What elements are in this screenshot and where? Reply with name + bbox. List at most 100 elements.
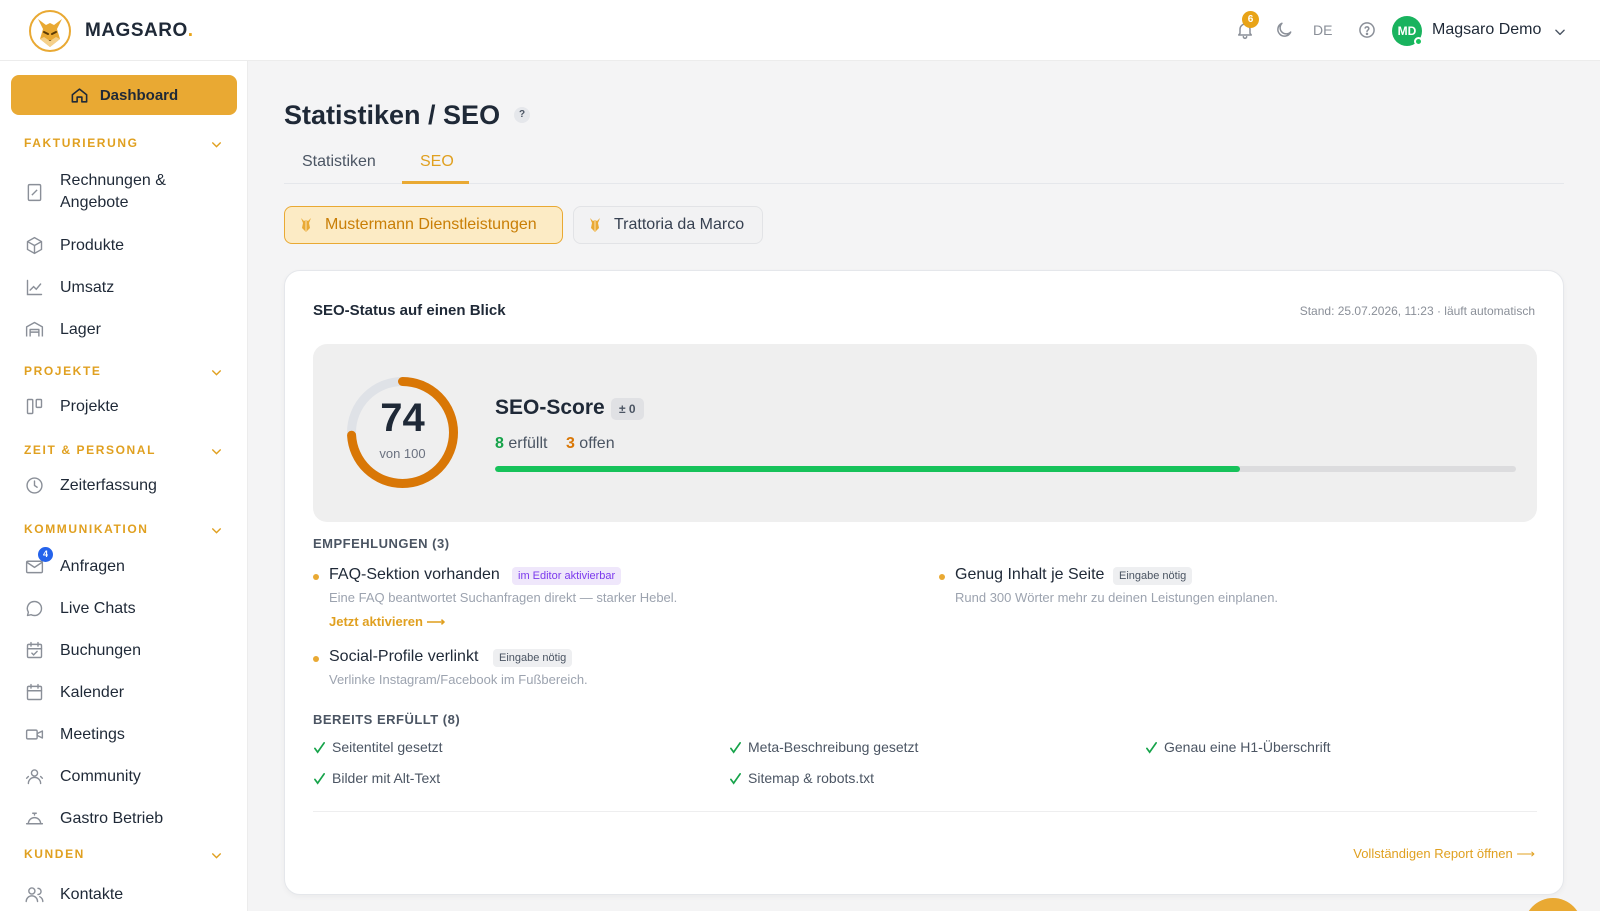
sidebar-item-label: Gastro Betrieb [60, 809, 164, 827]
section-kommunikation[interactable]: KOMMUNIKATION [24, 522, 149, 536]
sidebar-item-meetings[interactable]: Meetings [24, 724, 125, 745]
section-projekte[interactable]: PROJEKTE [24, 364, 101, 378]
calendar-icon [26, 683, 43, 701]
check-icon [314, 741, 325, 754]
bullet-dot [313, 656, 319, 662]
chevron-down-icon[interactable] [1553, 25, 1567, 39]
sidebar-item-label-line2: Angebote [60, 194, 129, 211]
recommendation-tag: Eingabe nötig [1113, 567, 1193, 585]
dashboard-label: Dashboard [99, 86, 179, 104]
sidebar-item-projekte[interactable]: Projekte [24, 396, 119, 417]
section-kunden[interactable]: KUNDEN [24, 847, 85, 861]
sidebar-item-label: Umsatz [60, 278, 115, 296]
score-panel: 74 von 100 SEO-Score ± 0 8 erfüllt 3 off… [313, 344, 1537, 522]
chevron-down-icon[interactable] [210, 138, 223, 151]
sidebar-item-gastro-betrieb[interactable]: Gastro Betrieb [24, 808, 163, 829]
sidebar-item-lager[interactable]: Lager [24, 319, 101, 340]
sidebar-item-label: Zeiterfassung [60, 476, 157, 494]
sidebar-item-live-chats[interactable]: Live Chats [24, 598, 136, 619]
recommendation-title: Social-Profile verlinkt [329, 648, 479, 665]
community-icon [25, 769, 44, 785]
sidebar-item-label: Projekte [60, 397, 119, 415]
check-icon [314, 772, 325, 785]
booking-icon [26, 641, 43, 659]
sidebar-item-label: Kontakte [60, 885, 124, 903]
site-button-trattoria[interactable]: Trattoria da Marco [573, 206, 763, 244]
section-fakturierung[interactable]: FAKTURIERUNG [24, 136, 139, 150]
cloche-icon [25, 812, 44, 825]
score-label: SEO-Score [495, 396, 605, 419]
sidebar-item-kalender[interactable]: Kalender [24, 682, 124, 703]
dashboard-button[interactable]: Dashboard [11, 75, 237, 115]
done-label: Bilder mit Alt-Text [332, 770, 441, 786]
open-label: offen [579, 435, 615, 452]
chevron-down-icon[interactable] [210, 366, 223, 379]
sidebar-item-produkte[interactable]: Produkte [24, 235, 124, 256]
logo[interactable]: MAGSARO. [28, 9, 194, 53]
open-count: 3 [565, 435, 575, 452]
sidebar-item-buchungen[interactable]: Buchungen [24, 640, 141, 661]
video-icon [25, 729, 44, 740]
fulfilled-count: 8 [495, 435, 504, 452]
chart-line-icon [26, 279, 43, 296]
check-icon [730, 772, 741, 785]
user-name[interactable]: Magsaro Demo [1432, 21, 1541, 39]
kanban-icon [26, 398, 43, 415]
brand-name: MAGSARO. [85, 20, 194, 41]
done-heading: BEREITS ERFÜLLT (8) [313, 712, 461, 727]
tabs-divider [284, 183, 1564, 184]
chat-icon [26, 600, 43, 617]
sidebar-item-label: Buchungen [60, 641, 141, 659]
language-switch[interactable]: DE [1313, 22, 1332, 38]
wolf-logo-icon [29, 10, 71, 52]
recommendation-desc: Eine FAQ beantwortet Suchanfragen direkt… [329, 590, 678, 605]
check-icon [730, 741, 741, 754]
chevron-down-icon[interactable] [210, 849, 223, 862]
score-progress-fill [495, 466, 1241, 472]
tab-statistiken[interactable]: Statistiken [302, 153, 376, 171]
activate-now-link[interactable]: Jetzt aktivieren ⟶ [329, 614, 445, 630]
active-tab-indicator [402, 181, 469, 184]
card-title: SEO-Status auf einen Blick [313, 302, 506, 319]
recommendation-title: FAQ-Sektion vorhanden [329, 566, 500, 583]
sidebar-item-label: Anfragen [60, 557, 125, 575]
wolf-logo-icon [301, 218, 311, 232]
chevron-down-icon[interactable] [210, 524, 223, 537]
section-zeit-personal[interactable]: ZEIT & PERSONAL [24, 443, 156, 457]
done-item: Seitentitel gesetzt [313, 739, 443, 755]
chevron-down-icon[interactable] [210, 445, 223, 458]
recommendations-heading: EMPFEHLUNGEN (3) [313, 536, 450, 551]
done-label: Seitentitel gesetzt [332, 739, 443, 755]
recommendation-title: Genug Inhalt je Seite [955, 566, 1105, 583]
moon-icon[interactable] [1274, 20, 1294, 40]
score-delta-badge: ± 0 [611, 398, 644, 420]
help-icon[interactable]: ? [514, 107, 530, 123]
recommendation-tag: im Editor aktivierbar [512, 567, 622, 585]
seo-status-card: SEO-Status auf einen Blick Stand: 25.07.… [284, 270, 1564, 895]
bullet-dot [313, 574, 319, 580]
sidebar-item-kontakte[interactable]: Kontakte [24, 884, 123, 905]
score-counts: 8 erfüllt 3 offen [495, 435, 615, 453]
contacts-icon [25, 887, 44, 903]
anfragen-badge: 4 [38, 547, 53, 562]
floating-action-button[interactable] [1524, 898, 1582, 911]
warehouse-icon [25, 321, 44, 337]
check-icon [1146, 741, 1157, 754]
full-report-link[interactable]: Vollständigen Report öffnen ⟶ [1353, 846, 1535, 862]
sidebar-item-label: Rechnungen & [60, 172, 166, 189]
score-progress-bar [495, 466, 1516, 472]
recommendation-tag: Eingabe nötig [493, 649, 573, 667]
top-bar: MAGSARO. 6 DE MD Magsaro Demo [0, 0, 1600, 61]
bullet-dot [939, 574, 945, 580]
tab-seo[interactable]: SEO [420, 153, 454, 171]
sidebar-item-zeiterfassung[interactable]: Zeiterfassung [24, 475, 157, 496]
sidebar-item-community[interactable]: Community [24, 766, 141, 787]
site-button-mustermann[interactable]: Mustermann Dienstleistungen [284, 206, 563, 244]
sidebar-item-rechnungen[interactable]: Rechnungen & Angebote [24, 170, 166, 214]
recommendation-desc: Rund 300 Wörter mehr zu deinen Leistunge… [955, 590, 1279, 605]
help-circle-icon[interactable] [1357, 20, 1377, 40]
invoice-icon [27, 183, 42, 201]
done-label: Meta-Beschreibung gesetzt [748, 739, 919, 755]
sidebar-item-umsatz[interactable]: Umsatz [24, 277, 114, 298]
sidebar-item-label: Meetings [60, 725, 125, 743]
